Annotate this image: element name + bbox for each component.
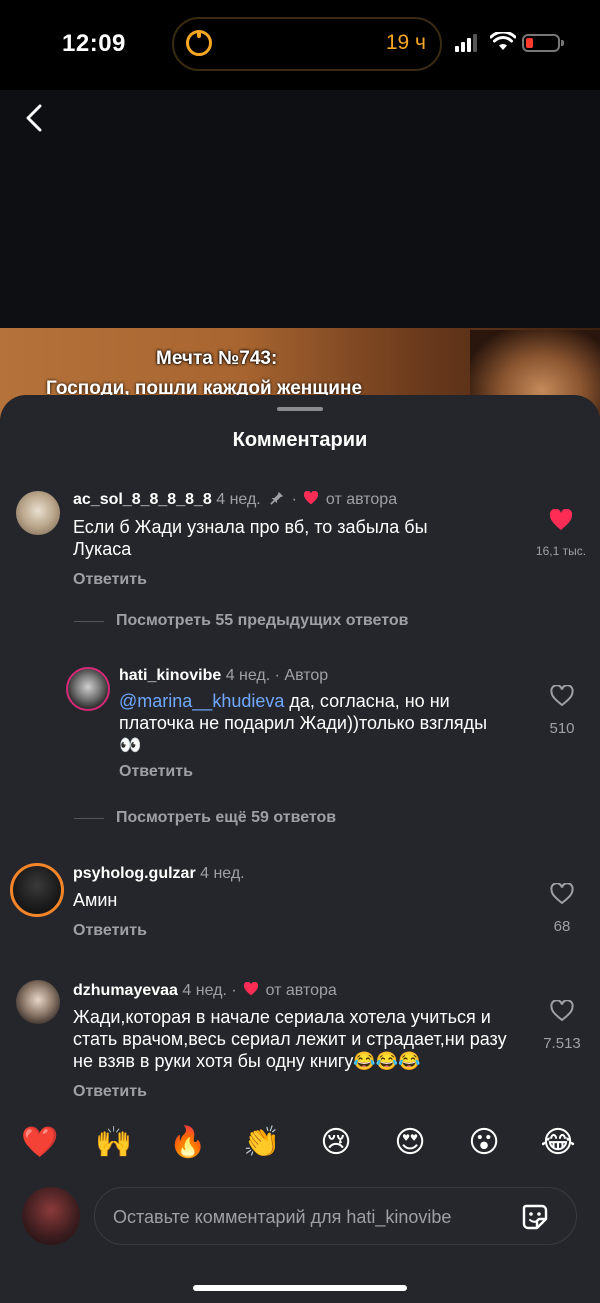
comment-age: 4 нед. · (177, 982, 237, 999)
username[interactable]: dzhumayevaa (73, 982, 178, 999)
avatar (22, 1187, 80, 1245)
username[interactable]: hati_kinovibe (119, 667, 221, 684)
avatar[interactable] (66, 667, 110, 711)
reply-button[interactable]: Ответить (119, 763, 193, 781)
comment-header: dzhumayevaa 4 нед. · от автора (73, 981, 337, 1000)
like-count: 7.513 (543, 1035, 581, 1052)
comment-text: Жади,которая в начале сериала хотела учи… (73, 1007, 507, 1071)
comment-item: ac_sol_8_8_8_8_8 4 нед. · от автора Если… (0, 485, 600, 595)
comment-header: psyholog.gulzar 4 нед. (73, 865, 245, 883)
reply-button[interactable]: Ответить (73, 922, 147, 940)
username[interactable]: psyholog.gulzar (73, 865, 196, 882)
comment-item: dzhumayevaa 4 нед. · от автора Жади,кото… (0, 980, 600, 1110)
comment-header: ac_sol_8_8_8_8_8 4 нед. · от автора (73, 490, 398, 508)
video-player[interactable] (0, 90, 600, 330)
emoji-surprised[interactable]: 😮 (462, 1125, 506, 1160)
emoji-raised-hands[interactable]: 🙌 (92, 1125, 136, 1160)
like-control[interactable]: 7.513 (527, 999, 597, 1052)
pin-icon (270, 491, 284, 505)
wifi-icon (490, 32, 516, 50)
emoji-crying[interactable]: 😢 (314, 1125, 358, 1160)
comment-item: psyholog.gulzar 4 нед. Амин Ответить 68 (0, 861, 600, 951)
back-arrow-icon[interactable] (18, 100, 54, 136)
like-count: 16,1 тыс. (535, 544, 587, 558)
sheet-grabber[interactable] (277, 407, 323, 411)
comment-text: @marina__khudieva да, согласна, но ни пл… (119, 691, 488, 755)
heart-filled-icon[interactable] (549, 508, 573, 531)
comment-input-container[interactable] (94, 1187, 577, 1245)
heart-outline-icon[interactable] (550, 684, 574, 707)
comment-age: 4 нед. (211, 491, 261, 508)
comment-header: hati_kinovibe 4 нед. · Автор (119, 667, 328, 685)
timer-icon (186, 30, 212, 56)
avatar[interactable] (16, 491, 60, 535)
emoji-heart-eyes[interactable]: 😍 (388, 1125, 432, 1160)
home-indicator[interactable] (193, 1285, 407, 1291)
like-control[interactable]: 68 (527, 882, 597, 935)
avatar[interactable] (16, 980, 60, 1024)
comments-sheet: Комментарии ac_sol_8_8_8_8_8 4 нед. · от… (0, 395, 600, 1303)
emoji-fire[interactable]: 🔥 (166, 1125, 210, 1160)
cellular-signal-icon (455, 34, 479, 52)
reply-button[interactable]: Ответить (73, 1083, 147, 1101)
comment-age: 4 нед. (195, 865, 245, 882)
author-liked-label: от автора (325, 491, 398, 508)
dynamic-island[interactable]: 19 ч (172, 17, 442, 71)
comment-composer (0, 1181, 600, 1251)
status-bar: 12:09 19 ч (0, 0, 600, 90)
like-count: 68 (553, 918, 571, 935)
heart-icon (244, 981, 259, 996)
author-liked-label: от автора (265, 982, 337, 999)
clock: 12:09 (62, 30, 126, 57)
heart-outline-icon[interactable] (550, 882, 574, 905)
like-control[interactable]: 510 (527, 684, 597, 737)
sticker-icon[interactable] (520, 1202, 550, 1232)
heart-outline-icon[interactable] (550, 999, 574, 1022)
comment-age: 4 нед. · Автор (221, 667, 329, 684)
username[interactable]: ac_sol_8_8_8_8_8 (73, 491, 212, 508)
comment-input[interactable] (111, 1203, 515, 1231)
view-previous-replies[interactable]: Посмотреть 55 предыдущих ответов (73, 612, 408, 630)
comment-text: Амин (73, 890, 118, 910)
like-count: 510 (549, 720, 575, 737)
battery-icon (522, 34, 564, 52)
mention-link[interactable]: @marina__khudieva (119, 691, 284, 711)
reply-button[interactable]: Ответить (73, 571, 147, 589)
emoji-reaction-bar: ❤️ 🙌 🔥 👏 😢 😍 😮 😂 (0, 1125, 600, 1175)
emoji-laughing[interactable]: 😂 (536, 1125, 580, 1160)
comment-item: hati_kinovibe 4 нед. · Автор @marina__kh… (0, 663, 600, 793)
video-caption-title: Мечта №743: (156, 348, 278, 369)
like-control[interactable]: 16,1 тыс. (526, 508, 596, 558)
view-more-replies[interactable]: Посмотреть ещё 59 ответов (73, 809, 336, 827)
heart-icon (304, 490, 319, 505)
emoji-clapping[interactable]: 👏 (240, 1125, 284, 1160)
comment-text: Если б Жади узнала про вб, то забыла бы … (73, 517, 428, 559)
emoji-heart[interactable]: ❤️ (18, 1125, 62, 1160)
sheet-title: Комментарии (232, 429, 368, 451)
avatar[interactable] (10, 863, 64, 917)
timer-label: 19 ч (385, 31, 426, 54)
